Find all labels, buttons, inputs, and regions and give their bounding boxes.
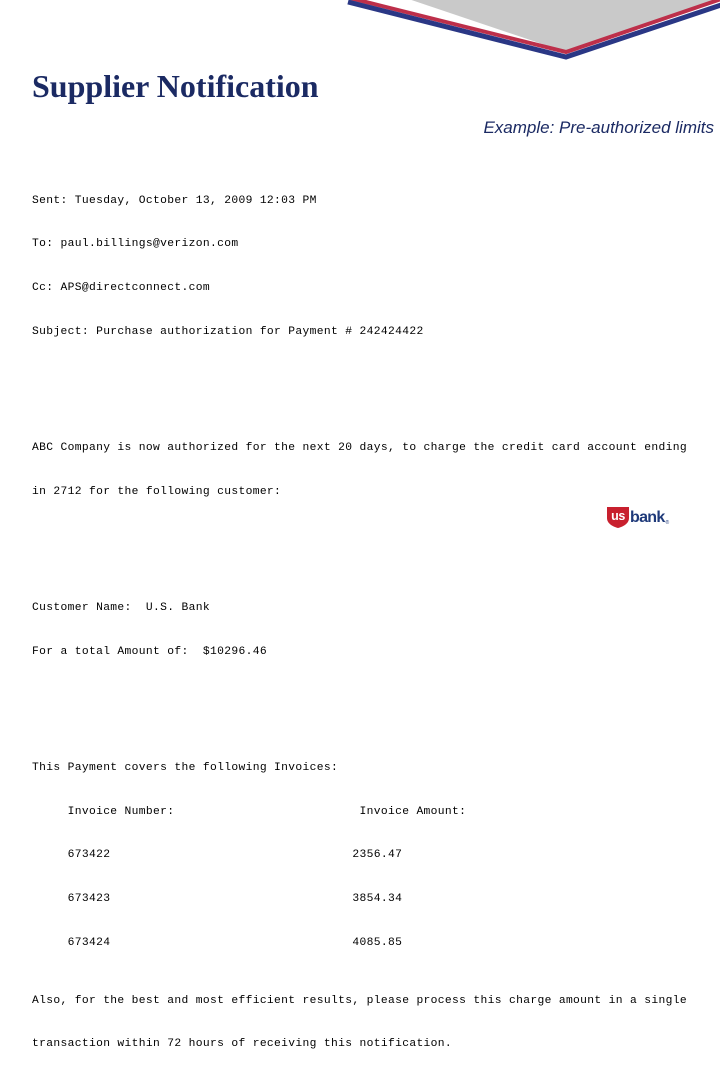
shield-icon: us: [607, 506, 629, 528]
page-subtitle: Example: Pre-authorized limits: [483, 118, 714, 137]
invoice-table-header: Invoice Number: Invoice Amount:: [32, 805, 467, 818]
authorization-line-1: ABC Company is now authorized for the ne…: [32, 441, 687, 454]
invoices-intro: This Payment covers the following Invoic…: [32, 761, 339, 774]
usbank-logo: us bank ®: [607, 505, 685, 529]
table-row: 673422 2356.47: [32, 849, 403, 862]
email-header-sent: Sent: Tuesday, October 13, 2009 12:03 PM: [32, 194, 317, 207]
customer-name-line: Customer Name: U.S. Bank: [32, 601, 210, 614]
email-header-to: To: paul.billings@verizon.com: [32, 238, 239, 251]
email-header-cc: Cc: APS@directconnect.com: [32, 281, 210, 294]
processing-note-line-1: Also, for the best and most efficient re…: [32, 994, 687, 1007]
processing-note-line-2: transaction within 72 hours of receiving…: [32, 1038, 453, 1051]
authorization-line-2: in 2712 for the following customer:: [32, 485, 282, 498]
usbank-shield-text: us: [611, 508, 625, 523]
chevron-band: [0, 0, 720, 62]
page-title: Supplier Notification: [32, 68, 319, 104]
usbank-wordmark: bank: [630, 508, 665, 526]
email-body: Sent: Tuesday, October 13, 2009 12:03 PM…: [32, 150, 716, 1080]
customer-total-line: For a total Amount of: $10296.46: [32, 645, 267, 658]
table-row: 673424 4085.85: [32, 936, 403, 949]
usbank-trademark: ®: [665, 520, 670, 526]
email-header-subject: Subject: Purchase authorization for Paym…: [32, 325, 424, 338]
table-row: 673423 3854.34: [32, 892, 403, 905]
